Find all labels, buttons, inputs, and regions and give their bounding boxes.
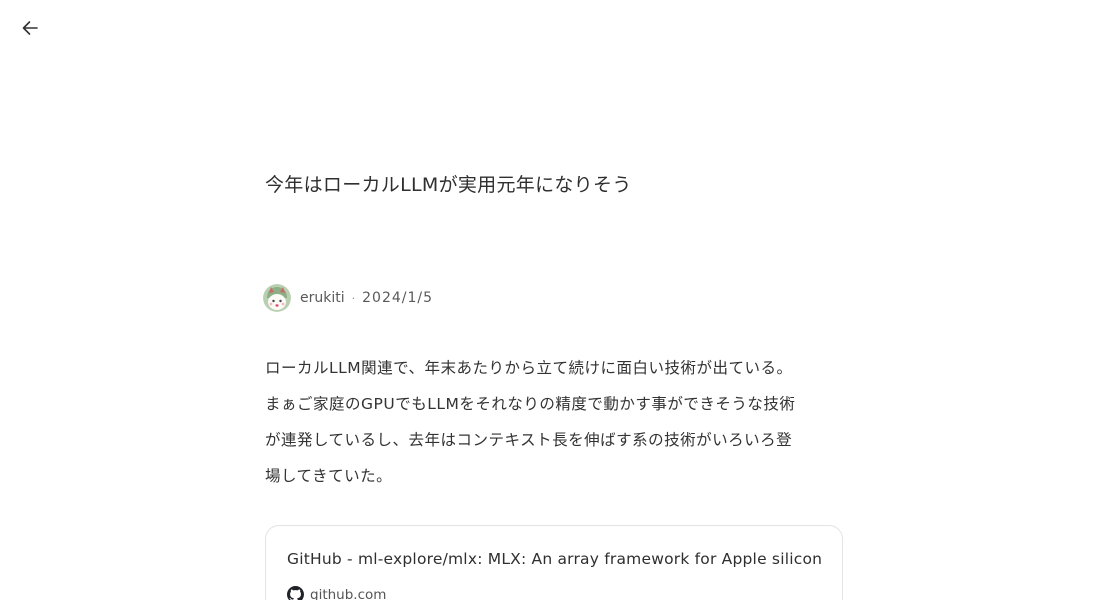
paragraph-line: まぁご家庭のGPUでもLLMをそれなりの精度で動かす事ができそうな技術: [265, 395, 796, 413]
link-card-domain: github.com: [310, 586, 387, 600]
article-title: 今年はローカルLLMが実用元年になりそう: [265, 174, 632, 196]
github-icon: [287, 586, 304, 600]
meta-separator: ·: [351, 291, 356, 305]
back-button[interactable]: [16, 14, 44, 42]
arrow-left-icon: [22, 21, 38, 35]
article-paragraph: ローカルLLM関連で、年末あたりから立て続けに面白い技術が出ている。 まぁご家庭…: [265, 350, 845, 494]
article-page: 今年はローカルLLMが実用元年になりそう erukiti · 2024/1/5 …: [0, 0, 1109, 600]
paragraph-line: が連発しているし、去年はコンテキスト長を伸ばす系の技術がいろいろ登: [265, 431, 793, 449]
link-card-title: GitHub - ml-explore/mlx: MLX: An array f…: [287, 550, 823, 568]
paragraph-line: 場してきていた。: [265, 467, 393, 485]
paragraph-line: ローカルLLM関連で、年末あたりから立て続けに面白い技術が出ている。: [265, 359, 793, 377]
article-meta: erukiti · 2024/1/5: [263, 284, 433, 312]
link-card[interactable]: GitHub - ml-explore/mlx: MLX: An array f…: [265, 525, 843, 600]
author-name[interactable]: erukiti: [300, 290, 345, 306]
link-card-domain-row: github.com: [287, 586, 386, 600]
author-avatar[interactable]: [263, 284, 291, 312]
publish-date: 2024/1/5: [362, 290, 434, 306]
